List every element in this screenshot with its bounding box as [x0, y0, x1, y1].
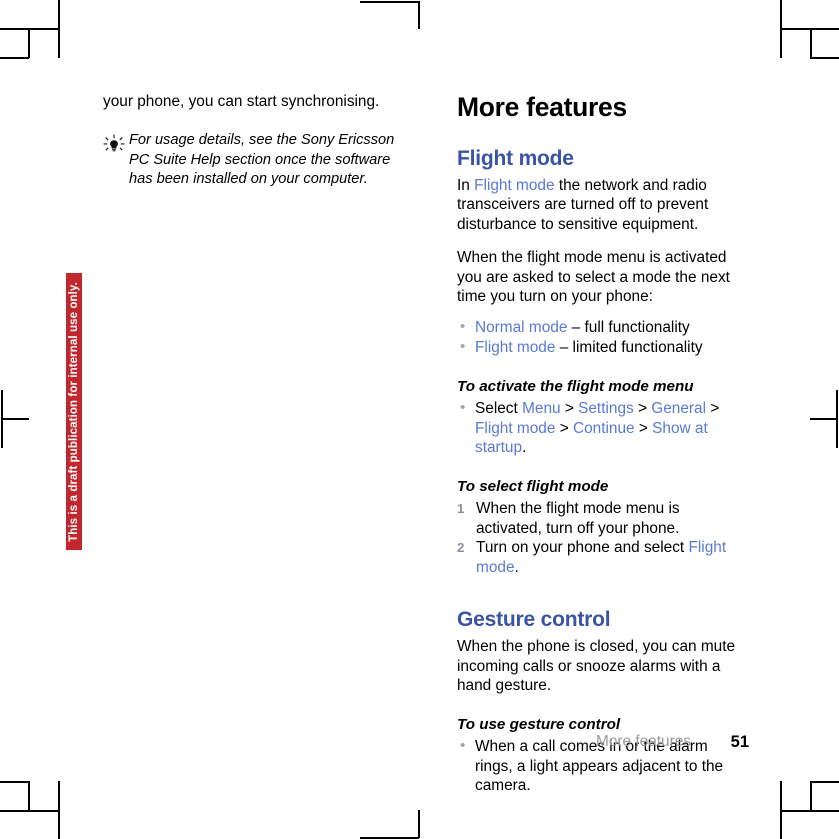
inline-link-flight-mode[interactable]: Flight mode	[474, 177, 554, 194]
option-desc-normal-mode: – full functionality	[567, 319, 690, 337]
crop-mark-top-left-v	[58, 0, 60, 58]
list-item: Turn on your phone and select Flight mod…	[457, 538, 749, 577]
list-item: Normal mode – full functionality	[457, 317, 749, 337]
gesture-control-paragraph-1: When the phone is closed, you can mute i…	[457, 638, 736, 694]
list-item: Flight mode – limited functionality	[457, 337, 749, 357]
crop-mark-bottom-left-h2	[0, 781, 29, 783]
crop-mark-left-middle-h	[1, 418, 29, 420]
step-2-after: .	[514, 558, 519, 576]
para1-before: In	[457, 177, 475, 194]
menu-path-separator: >	[633, 400, 652, 418]
section-heading-gesture-control: Gesture control	[457, 608, 611, 632]
menu-path-separator: >	[555, 419, 573, 437]
footer-section-name: More features	[596, 733, 691, 750]
crop-mark-top-center-v	[418, 1, 420, 29]
list-item: When the flight mode menu is activated, …	[457, 499, 749, 538]
crop-mark-bottom-right-v2	[810, 781, 812, 810]
draft-watermark-text: This is a draft publication for internal…	[68, 281, 80, 542]
crop-mark-top-left-h2	[0, 57, 29, 59]
crop-mark-bottom-right-h	[781, 810, 839, 812]
menu-path-item-continue[interactable]: Continue	[573, 420, 635, 437]
menu-path-separator: >	[634, 419, 653, 437]
menu-path-separator: >	[706, 400, 720, 418]
procedure-select-flight-mode-steps: When the flight mode menu is activated, …	[457, 499, 749, 577]
menu-path-item-general[interactable]: General	[651, 400, 706, 417]
menu-path-item-menu[interactable]: Menu	[522, 400, 561, 417]
option-link-normal-mode[interactable]: Normal mode	[475, 319, 567, 336]
flight-mode-paragraph-1: In Flight mode the network and radio tra…	[457, 176, 749, 234]
crop-mark-bottom-center-h	[360, 837, 419, 839]
procedure-heading-activate-flight-mode-menu: To activate the flight mode menu	[457, 378, 694, 396]
option-desc-flight-mode: – limited functionality	[555, 338, 703, 356]
option-link-flight-mode[interactable]: Flight mode	[475, 339, 555, 356]
draft-watermark-bar: This is a draft publication for internal…	[66, 273, 82, 550]
tip-text: For usage details, see the Sony Ericsson…	[129, 132, 395, 188]
flight-mode-options-list: Normal mode – full functionality Flight …	[457, 317, 749, 357]
step-2-before: Turn on your phone and select	[476, 539, 689, 557]
procedure-lead: Select	[475, 400, 523, 418]
section-heading-flight-mode: Flight mode	[457, 147, 574, 170]
document-page: This is a draft publication for internal…	[0, 0, 839, 839]
page-title: More features	[457, 92, 627, 122]
flight-mode-paragraph-2: When the flight mode menu is activated y…	[457, 249, 730, 306]
crop-mark-bottom-right-h2	[810, 781, 839, 783]
crop-mark-top-left-v2	[28, 28, 30, 58]
step-1-text: When the flight mode menu is activated, …	[476, 500, 680, 537]
footer-page-number: 51	[730, 733, 749, 751]
menu-path-terminator: .	[522, 439, 527, 457]
crop-mark-bottom-left-h	[0, 810, 58, 812]
crop-mark-bottom-left-v	[58, 781, 60, 839]
crop-mark-bottom-left-v2	[28, 781, 30, 810]
procedure-activate-list: Select Menu > Settings > General > Fligh…	[457, 398, 749, 457]
list-item: Select Menu > Settings > General > Fligh…	[457, 398, 749, 457]
crop-mark-top-right-h2	[810, 57, 839, 59]
left-column: your phone, you can start synchronising.	[103, 92, 403, 190]
page-footer: More features 51	[457, 732, 749, 754]
tip-note: For usage details, see the Sony Ericsson…	[103, 131, 403, 189]
crop-mark-top-right-v2	[810, 28, 812, 58]
menu-path-item-flight-mode[interactable]: Flight mode	[475, 420, 555, 437]
menu-path-separator: >	[560, 400, 579, 418]
right-column: More features Flight mode In Flight mode…	[457, 92, 749, 796]
crop-mark-top-center-h	[360, 1, 419, 3]
procedure-heading-select-flight-mode: To select flight mode	[457, 478, 609, 496]
crop-mark-bottom-center-v	[418, 810, 420, 838]
lightbulb-tip-icon	[103, 134, 125, 154]
continued-paragraph: your phone, you can start synchronising.	[103, 93, 380, 110]
crop-mark-right-middle-h	[810, 418, 838, 420]
menu-path-item-settings[interactable]: Settings	[578, 400, 634, 417]
